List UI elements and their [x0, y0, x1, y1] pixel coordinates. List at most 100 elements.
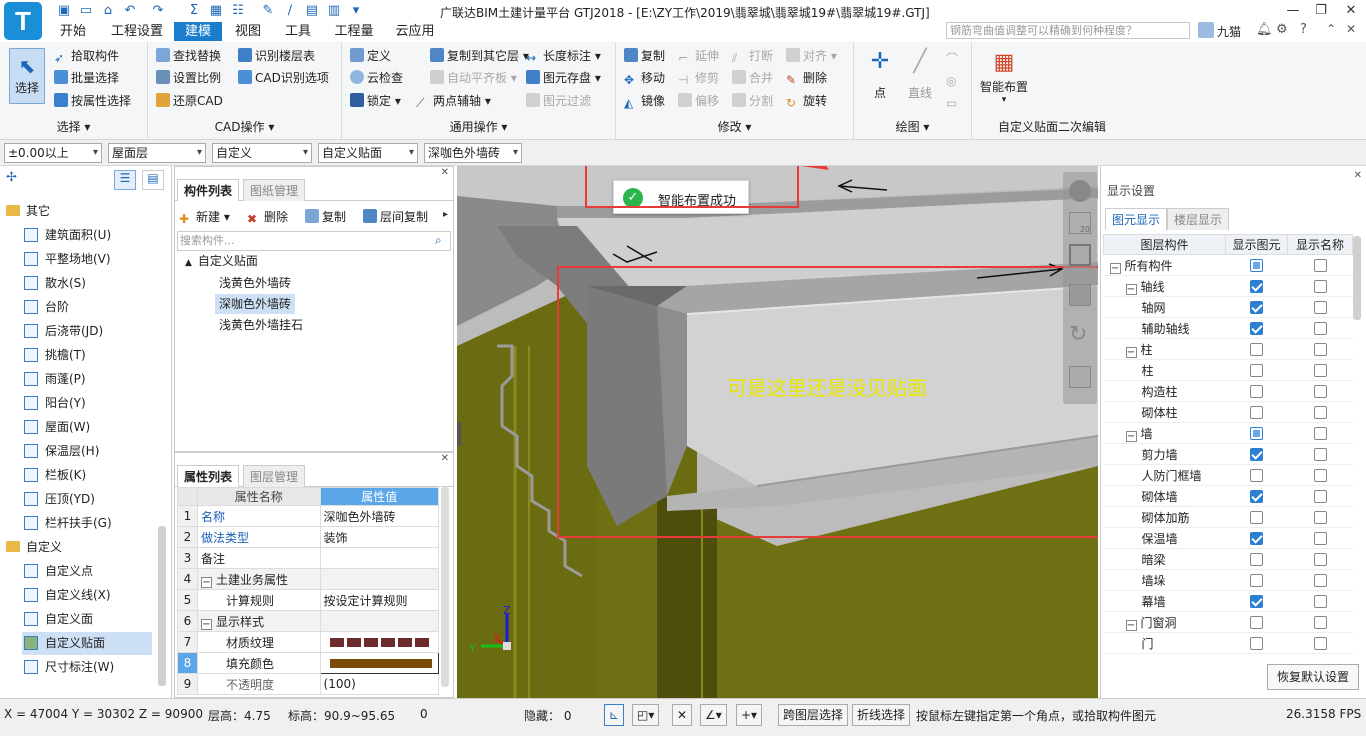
nav-item-roof[interactable]: 屋面(W)	[24, 416, 184, 439]
texture-swatch[interactable]	[329, 637, 432, 647]
show-element-checkbox[interactable]	[1250, 490, 1263, 503]
layer-row[interactable]: 人防门框墙	[1103, 464, 1353, 486]
show-element-checkbox[interactable]	[1250, 532, 1263, 545]
layer-row[interactable]: 砌体柱	[1103, 401, 1353, 423]
show-name-checkbox[interactable]	[1313, 322, 1327, 335]
merge-button[interactable]: 合并	[732, 68, 773, 88]
show-name-checkbox[interactable]	[1313, 259, 1327, 272]
nav-item-insulation[interactable]: 保温层(H)	[24, 440, 184, 463]
table-row[interactable]: 2 做法类型 装饰	[177, 526, 440, 548]
show-name-checkbox[interactable]	[1313, 385, 1327, 398]
floor-range-dropdown[interactable]: ±0.00以上	[4, 143, 102, 163]
pen-icon[interactable]: ∕	[282, 3, 298, 19]
table-row[interactable]: 7 材质纹理	[177, 631, 440, 653]
select-button[interactable]: ⬉ 选择	[9, 48, 45, 104]
nav-group-custom[interactable]: 自定义	[6, 536, 166, 559]
show-name-checkbox[interactable]	[1313, 301, 1327, 314]
ortho-toggle[interactable]: ⊾	[604, 704, 625, 726]
table-row[interactable]: 9 不透明度 (100)	[177, 673, 440, 695]
redo-icon[interactable]: ↷	[150, 3, 166, 19]
layer-row[interactable]: − 柱	[1103, 338, 1353, 360]
restore-cad-button[interactable]: 还原CAD	[156, 91, 223, 111]
show-name-checkbox[interactable]	[1313, 616, 1327, 629]
show-element-checkbox[interactable]	[1250, 259, 1263, 272]
element-save-button[interactable]: 图元存盘 ▾	[526, 68, 601, 88]
align-button[interactable]: 对齐 ▾	[786, 46, 837, 66]
split-button[interactable]: 分割	[732, 91, 773, 111]
tab-cloud[interactable]: 云应用	[388, 22, 442, 41]
show-element-checkbox[interactable]	[1250, 385, 1263, 398]
pick-component-button[interactable]: ➶ 拾取构件	[54, 46, 119, 66]
layer-row[interactable]: 构造柱	[1103, 380, 1353, 402]
smart-layout-button[interactable]: ▦ 智能布置 ▾	[976, 48, 1032, 105]
rotate-button[interactable]: ↻ 旋转	[786, 91, 827, 111]
layer-row[interactable]: 剪力墙	[1103, 443, 1353, 465]
layer-row[interactable]: 柱	[1103, 359, 1353, 381]
collapse-icon[interactable]: −	[1109, 262, 1121, 274]
collapse-icon[interactable]: −	[1125, 283, 1137, 295]
calc-icon[interactable]: ▤	[304, 3, 320, 19]
layer-row[interactable]: 轴网	[1103, 296, 1353, 318]
gear-icon[interactable]: ⚙	[1276, 22, 1288, 37]
fill-color-swatch[interactable]	[329, 658, 432, 668]
show-name-checkbox[interactable]	[1313, 406, 1327, 419]
copy-to-other-floor-button[interactable]: 复制到其它层 ▾	[430, 46, 529, 66]
sum-icon[interactable]: Σ	[186, 3, 202, 19]
layer-row[interactable]: 门	[1103, 632, 1353, 654]
layer-row[interactable]: 暗梁	[1103, 548, 1353, 570]
bell-icon[interactable]: 🔔︎	[1256, 22, 1273, 37]
nav-item-site-leveling[interactable]: 平整场地(V)	[24, 248, 184, 271]
show-element-checkbox[interactable]	[1250, 280, 1263, 293]
show-element-checkbox[interactable]	[1250, 595, 1263, 608]
tree-root[interactable]: ▲ 自定义贴面	[185, 251, 258, 271]
layer-row[interactable]: − 轴线	[1103, 275, 1353, 297]
angle-toggle[interactable]: ∠▾	[700, 704, 727, 726]
new-component-button[interactable]: ✚ 新建 ▾	[179, 207, 230, 227]
window-close-icon[interactable]: ✕	[1346, 22, 1356, 36]
nav-group-other[interactable]: 其它	[6, 200, 166, 223]
pin-icon[interactable]: ✢	[6, 170, 17, 185]
line-button[interactable]: ╱ 直线	[902, 48, 938, 101]
cube-icon[interactable]	[1069, 284, 1091, 306]
category-dropdown[interactable]: 自定义	[212, 143, 312, 163]
delete-component-button[interactable]: ✖ 删除	[247, 207, 288, 227]
nav-item-parapet[interactable]: 栏板(K)	[24, 464, 184, 487]
show-element-checkbox[interactable]	[1250, 364, 1263, 377]
table-row[interactable]: 5 计算规则 按设定计算规则	[177, 589, 440, 611]
show-name-checkbox[interactable]	[1313, 427, 1327, 440]
show-name-checkbox[interactable]	[1313, 553, 1327, 566]
view-2d-icon[interactable]: 20	[1069, 212, 1091, 234]
show-name-checkbox[interactable]	[1313, 574, 1327, 587]
ribbon-collapse-icon[interactable]: ⌃	[1326, 22, 1336, 36]
new-file-icon[interactable]: ▭	[78, 3, 94, 19]
copy-component-button[interactable]: 复制	[305, 207, 346, 227]
lock-button[interactable]: 锁定 ▾	[350, 91, 401, 111]
table-row[interactable]: 4− 土建业务属性	[177, 568, 440, 590]
nav-item-coping[interactable]: 压顶(YD)	[24, 488, 184, 511]
show-element-checkbox[interactable]	[1250, 301, 1263, 314]
tree-item-dark-brown-tile[interactable]: 深咖色外墙砖	[215, 294, 296, 314]
type-dropdown[interactable]: 自定义贴面	[318, 143, 418, 163]
snap-toggle[interactable]: ◰▾	[632, 704, 660, 726]
show-element-checkbox[interactable]	[1250, 469, 1263, 482]
show-element-checkbox[interactable]	[1250, 511, 1263, 524]
show-name-checkbox[interactable]	[1313, 595, 1327, 608]
point-button[interactable]: ✛ 点	[862, 48, 898, 101]
user-name[interactable]: 九猫	[1217, 23, 1241, 40]
search-icon[interactable]: ⌕	[435, 233, 442, 248]
layer-scrollbar[interactable]	[1353, 236, 1361, 320]
two-point-axis-button[interactable]: ⟋ 两点辅轴 ▾	[416, 91, 491, 111]
arc-tools-icon[interactable]: ⌒ ◎ ▭	[946, 48, 958, 114]
collapse-icon[interactable]: −	[1125, 430, 1137, 442]
layout-icon[interactable]	[1069, 366, 1091, 388]
show-element-checkbox[interactable]	[1250, 553, 1263, 566]
tile-view-icon[interactable]: ▤	[142, 170, 164, 190]
save-icon[interactable]: ▣	[56, 3, 72, 19]
collapse-icon[interactable]: ▲	[185, 258, 192, 268]
show-name-checkbox[interactable]	[1313, 448, 1327, 461]
layer-row[interactable]: 幕墙	[1103, 590, 1353, 612]
show-name-checkbox[interactable]	[1313, 469, 1327, 482]
table-row[interactable]: 6− 显示样式	[177, 610, 440, 632]
table-row[interactable]: 1 名称 深咖色外墙砖	[177, 505, 440, 527]
polyline-select-button[interactable]: 折线选择	[852, 704, 911, 726]
